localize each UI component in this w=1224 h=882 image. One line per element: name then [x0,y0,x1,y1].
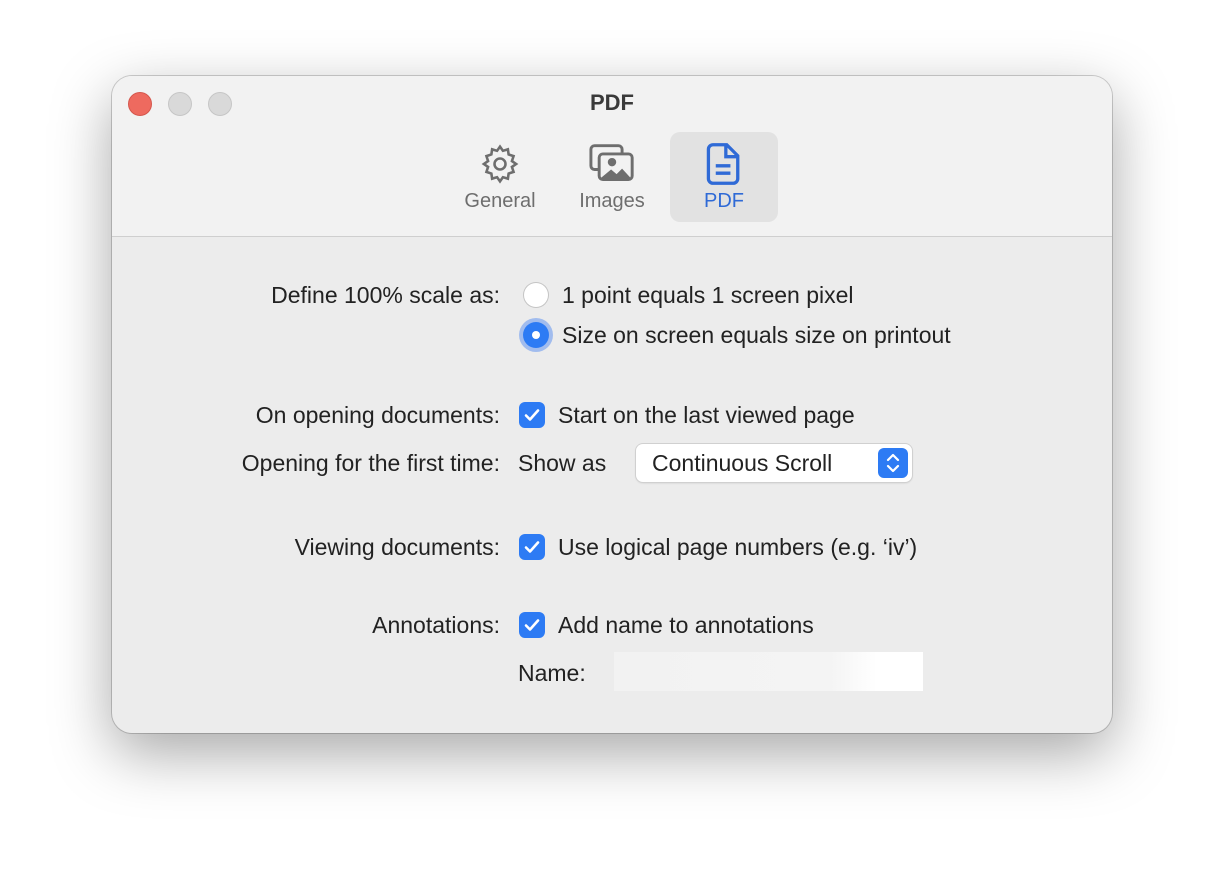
tab-general[interactable]: General [446,132,554,222]
tab-pdf[interactable]: PDF [670,132,778,222]
logical-page-checkbox[interactable] [519,534,545,560]
name-label: Name: [518,660,586,686]
viewing-label: Viewing documents: [294,534,500,560]
checkbox-label: Start on the last viewed page [558,402,855,428]
radio-label: 1 point equals 1 screen pixel [562,282,854,308]
annotation-name-checkbox[interactable] [519,612,545,638]
window-title: PDF [590,90,634,115]
annotations-label: Annotations: [372,612,500,638]
radio-point-pixel[interactable] [524,283,548,307]
images-icon [589,144,634,182]
tab-images[interactable]: Images [558,132,666,222]
radio-label: Size on screen equals size on printout [562,322,951,348]
scale-label: Define 100% scale as: [271,282,500,308]
radio-screen-printout[interactable] [524,323,548,347]
checkbox-label: Add name to annotations [558,612,814,638]
toolbar: PDF General Images PDF [112,76,1112,237]
select-value: Continuous Scroll [652,450,833,476]
last-page-checkbox[interactable] [519,402,545,428]
tab-label: PDF [704,190,744,212]
checkmark-icon [524,619,540,631]
document-icon [706,143,740,185]
name-input[interactable] [614,652,923,691]
opening-label: On opening documents: [255,402,500,428]
tab-label: Images [579,190,645,212]
first-time-label: Opening for the first time: [241,450,500,476]
checkmark-icon [524,409,540,421]
checkbox-label: Use logical page numbers (e.g. ‘iv’) [558,534,918,560]
chevron-up-down-icon [878,448,908,478]
show-as-label: Show as [518,450,607,476]
tab-label: General [464,190,536,212]
preferences-window: PDF General Images PDF Define 100% scale… [112,76,1112,733]
checkmark-icon [524,541,540,553]
gear-icon [481,144,519,184]
display-mode-select[interactable]: Continuous Scroll [636,444,912,482]
